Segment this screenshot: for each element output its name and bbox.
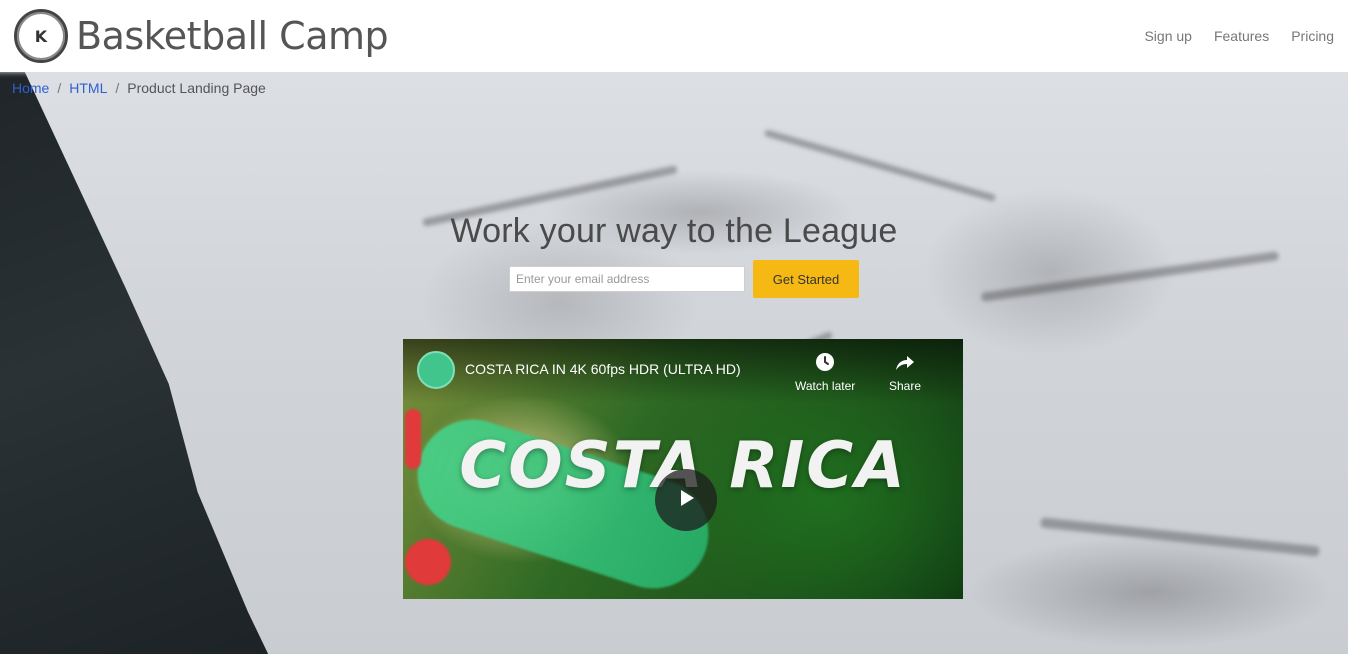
watch-later-button[interactable]: Watch later [795, 351, 855, 393]
nav-sign-up-link[interactable]: Sign up [1144, 28, 1191, 44]
hero-title: Work your way to the League [450, 212, 898, 250]
share-button[interactable]: Share [889, 351, 921, 393]
circle-logo-icon[interactable]: K [14, 9, 68, 63]
breadcrumb-separator: / [115, 80, 120, 96]
breadcrumb-home-link[interactable]: Home [12, 80, 49, 96]
channel-avatar[interactable] [417, 351, 455, 389]
share-arrow-icon [894, 351, 916, 373]
video-title-link[interactable]: COSTA RICA IN 4K 60fps HDR (ULTRA HD) [465, 361, 785, 377]
play-icon [673, 485, 699, 516]
watch-later-label: Watch later [795, 379, 856, 393]
breadcrumb-html-link[interactable]: HTML [69, 80, 107, 96]
branch-decor [1040, 517, 1320, 557]
breadcrumb-separator: / [57, 80, 62, 96]
video-thumbnail-flower [405, 539, 451, 585]
nav-pricing-link[interactable]: Pricing [1291, 28, 1334, 44]
clock-icon [814, 351, 836, 373]
nav-features-link[interactable]: Features [1214, 28, 1269, 44]
brand-name[interactable]: Basketball Camp [76, 14, 389, 58]
breadcrumb: Home / HTML / Product Landing Page [12, 80, 266, 96]
email-input[interactable] [509, 266, 745, 292]
get-started-button[interactable]: Get Started [753, 260, 859, 298]
brand[interactable]: K Basketball Camp [14, 9, 389, 63]
top-nav: Sign up Features Pricing [1144, 28, 1334, 44]
branch-decor [980, 251, 1280, 302]
tree-silhouette [0, 72, 277, 654]
branch-decor [763, 129, 997, 202]
share-label: Share [889, 379, 922, 393]
play-button[interactable] [655, 469, 717, 531]
breadcrumb-current: Product Landing Page [127, 80, 266, 96]
signup-form: Get Started [509, 260, 859, 298]
site-header: K Basketball Camp Sign up Features Prici… [0, 0, 1348, 72]
video-embed[interactable]: COSTA RICA COSTA RICA IN 4K 60fps HDR (U… [403, 339, 963, 599]
